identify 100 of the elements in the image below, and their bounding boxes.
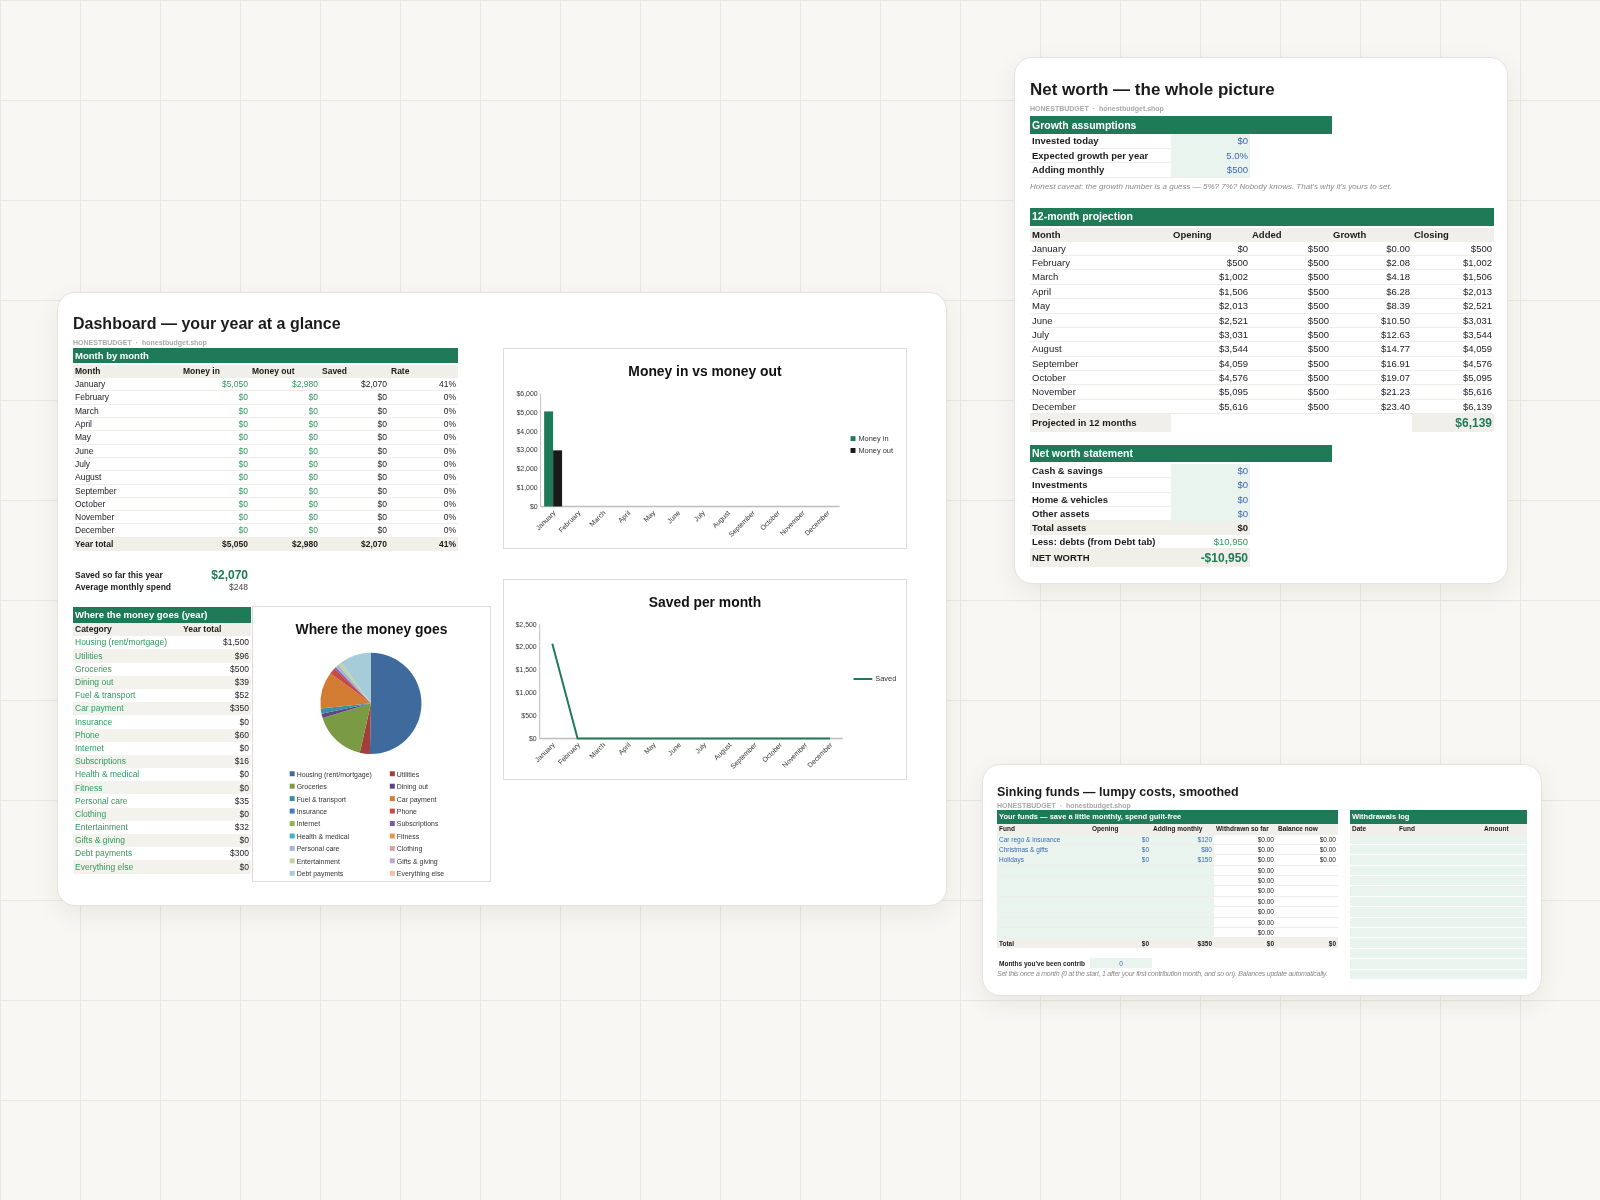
table-cell-text: $3,031 <box>1461 313 1493 328</box>
table-cell-text: $0 <box>307 444 319 458</box>
table-cell: $0 <box>1171 521 1250 536</box>
table-cell-text: January <box>74 378 107 391</box>
column-header: Opening <box>1171 227 1250 242</box>
chart-title: Saved per month <box>648 593 762 610</box>
table-cell: $0 <box>181 834 251 848</box>
table-cell-text: $0 <box>376 391 388 405</box>
table-cell-text: December <box>1031 399 1077 414</box>
field-label: NET WORTH <box>1030 549 1171 568</box>
table-cell-text: $1,002 <box>1217 270 1249 285</box>
table-cell-text: $0 <box>376 497 388 511</box>
table-cell-text: $14.77 <box>1379 342 1411 357</box>
table-cell-text: $0 <box>376 444 388 458</box>
table-cell-text: $500 <box>1306 356 1330 371</box>
summary-value: $248 <box>228 581 249 594</box>
legend-line <box>852 678 874 681</box>
table-cell-text: $5,616 <box>1461 385 1493 400</box>
table-cell-text: $2,013 <box>1217 299 1249 314</box>
table-cell-text: $0 <box>307 457 319 471</box>
table-cell-text: $0 <box>237 484 249 498</box>
table-cell-text: $0 <box>307 497 319 511</box>
table-cell-text: 0% <box>442 484 457 498</box>
sheet-title: Dashboard — your year at a glance <box>73 314 341 334</box>
table-cell: $60 <box>181 728 251 742</box>
table-cell-text: $500 <box>229 662 250 676</box>
table-cell-text: Fuel & transport <box>74 689 137 703</box>
table-cell-text: $0 <box>1236 241 1249 256</box>
table-cell-text: $2,980 <box>291 378 319 391</box>
table-cell-text: November <box>74 511 116 524</box>
table-cell-text: $4,059 <box>1461 342 1493 357</box>
table-cell: $39 <box>181 675 251 689</box>
table-cell-text: March <box>1031 270 1060 285</box>
table-cell-text: $6,139 <box>1461 399 1493 414</box>
table-cell-text: February <box>74 391 110 405</box>
table-cell-text: $21.23 <box>1379 385 1411 400</box>
summary-label: Average monthly spend <box>74 580 173 594</box>
table-cell-text: April <box>74 418 93 431</box>
table-cell-text: $0 <box>237 431 249 445</box>
table-cell-text: $16.91 <box>1379 356 1411 371</box>
chart-title: Money in vs money out <box>628 362 782 379</box>
table-cell-text: February <box>1031 255 1071 270</box>
table-cell: Gifts & giving <box>73 834 181 848</box>
table-cell-text: January <box>1031 241 1067 256</box>
table-cell: $0 <box>181 807 251 821</box>
column-header: Saved <box>320 365 389 379</box>
column-header: Month <box>1030 227 1171 242</box>
table-cell: Everything else <box>73 860 181 874</box>
section-header: 12-month projection <box>1030 207 1494 226</box>
table-cell-text: 41% <box>438 378 457 391</box>
table-cell-text: $3,031 <box>1217 327 1249 342</box>
field-label: Expected growth per year <box>1031 148 1150 163</box>
table-cell-text: $0 <box>237 524 249 538</box>
table-cell-text: Insurance <box>74 715 114 729</box>
table-cell-text: 0% <box>442 444 457 458</box>
table-cell: $350 <box>181 702 251 716</box>
table-cell-text: 0% <box>442 524 457 538</box>
table-cell-text: $6.28 <box>1385 284 1411 299</box>
table-cell-text: $0 <box>238 768 250 782</box>
field-label: Other assets <box>1031 506 1091 521</box>
table-cell-text: $500 <box>1306 399 1330 414</box>
table-cell: Car payment <box>73 702 181 716</box>
table-cell-text: $0 <box>237 511 249 524</box>
table-cell: Clothing <box>73 807 181 821</box>
table-cell-text: $500 <box>1306 327 1330 342</box>
table-cell-text: $0 <box>237 497 249 511</box>
table-cell-text: $10.50 <box>1379 313 1411 328</box>
table-cell-text: June <box>1031 313 1054 328</box>
column-header: Money out <box>250 365 320 379</box>
table-cell-text: $4,059 <box>1217 356 1249 371</box>
table-cell-text: $0 <box>376 471 388 484</box>
column-header: Added <box>1250 227 1331 242</box>
table-cell: Phone <box>73 728 181 742</box>
table-cell: $16 <box>181 754 251 769</box>
table-cell-text: $4,576 <box>1461 356 1493 371</box>
table-cell-text: July <box>74 457 92 471</box>
table-cell-text: $0.00 <box>1385 241 1411 256</box>
table-cell-text: $0 <box>307 404 319 418</box>
table-cell-text: $3,544 <box>1461 327 1493 342</box>
table-cell-text: 0% <box>442 471 457 484</box>
table-cell-text: $32 <box>233 821 250 835</box>
table-cell-text: 0% <box>442 418 457 431</box>
table-cell-text: 0% <box>442 497 457 511</box>
table-cell-text: 0% <box>442 511 457 524</box>
caveat-text: Honest caveat: the growth number is a guess — 5%? 7%? Nobody knows. That's why it's yours to set. <box>1030 180 1393 193</box>
table-cell-text: $52 <box>233 689 250 703</box>
column-header: Year total <box>181 623 251 637</box>
table-cell-text: $500 <box>1469 241 1493 256</box>
section-header: Where the money goes (year) <box>73 607 251 624</box>
table-cell-text: $0 <box>376 418 388 431</box>
table-cell-text: $35 <box>233 794 250 808</box>
table-cell-text: $1,002 <box>1461 255 1493 270</box>
table-cell-text: Groceries <box>74 662 113 676</box>
table-cell-text: $19.07 <box>1379 371 1411 386</box>
table-cell-text: $500 <box>1306 270 1330 285</box>
chart-title: Where the money goes <box>295 621 448 637</box>
table-cell: Subscriptions <box>73 754 181 769</box>
input-cell: $0 <box>1171 134 1250 149</box>
table-cell-text: $0 <box>376 404 388 418</box>
table-cell-text: $0 <box>238 715 250 729</box>
